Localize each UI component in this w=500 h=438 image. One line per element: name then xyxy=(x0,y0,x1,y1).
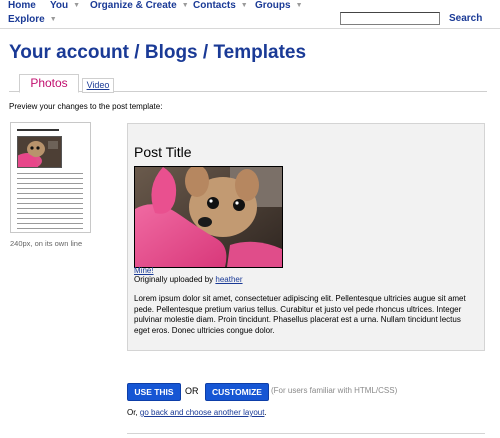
tab-photos[interactable]: Photos xyxy=(19,74,79,93)
or-label: OR xyxy=(185,386,199,396)
photo-title-link[interactable]: Mine! xyxy=(134,266,154,275)
chevron-down-icon: ▼ xyxy=(49,16,57,23)
chevron-down-icon: ▼ xyxy=(295,2,303,9)
thumbnail-caption: 240px, on its own line xyxy=(10,239,83,248)
nav-explore-label: Explore xyxy=(8,14,45,25)
nav-explore[interactable]: Explore ▼ xyxy=(8,14,57,25)
tabs-divider xyxy=(9,91,487,92)
nav-groups-label: Groups xyxy=(255,0,291,11)
thumbnail-text-lines xyxy=(17,173,83,233)
search-input[interactable] xyxy=(340,12,440,25)
nav-contacts-label: Contacts xyxy=(193,0,236,11)
preview-instructions: Preview your changes to the post templat… xyxy=(9,102,163,111)
breadcrumb-separator: / xyxy=(202,42,209,63)
back-line: Or, go back and choose another layout. xyxy=(127,408,267,417)
nav-organize-create[interactable]: Organize & Create ▼ xyxy=(90,0,189,11)
breadcrumb-your-account[interactable]: Your account xyxy=(9,42,129,63)
post-preview: Post Title Mine! Originally uploaded by … xyxy=(127,123,485,351)
photo-credit: Originally uploaded by heather xyxy=(134,275,243,284)
chevron-down-icon: ▼ xyxy=(181,2,189,9)
customize-note: (For users familiar with HTML/CSS) xyxy=(271,386,398,395)
post-body: Lorem ipsum dolor sit amet, consectetuer… xyxy=(134,294,466,335)
customize-button[interactable]: CUSTOMIZE xyxy=(205,383,269,401)
nav-home-label: Home xyxy=(8,0,36,11)
thumbnail-title-bar xyxy=(17,129,59,131)
breadcrumb-templates: Templates xyxy=(213,42,307,63)
breadcrumb-blogs[interactable]: Blogs xyxy=(145,42,198,63)
post-photo[interactable] xyxy=(134,166,283,268)
back-prefix: Or, xyxy=(127,408,138,417)
nav-home[interactable]: Home xyxy=(8,0,36,11)
nav-groups[interactable]: Groups ▼ xyxy=(255,0,303,11)
chevron-down-icon: ▼ xyxy=(240,2,248,9)
breadcrumb: Your account / Blogs / Templates xyxy=(9,42,306,64)
back-suffix: . xyxy=(264,408,267,417)
breadcrumb-separator: / xyxy=(134,42,140,63)
nav-contacts[interactable]: Contacts ▼ xyxy=(193,0,248,11)
post-title: Post Title xyxy=(134,144,192,160)
thumbnail-photo xyxy=(17,136,62,168)
tab-video[interactable]: Video xyxy=(82,78,114,93)
photo-credit-prefix: Originally uploaded by xyxy=(134,275,214,284)
nav-you-label: You xyxy=(50,0,69,11)
photo-owner-link[interactable]: heather xyxy=(215,275,242,284)
search-button[interactable]: Search xyxy=(449,13,482,24)
bottom-divider xyxy=(127,433,485,434)
nav-you[interactable]: You ▼ xyxy=(50,0,80,11)
layout-thumbnail[interactable] xyxy=(10,122,91,233)
nav-organize-label: Organize & Create xyxy=(90,0,177,11)
chevron-down-icon: ▼ xyxy=(73,2,81,9)
use-this-button[interactable]: USE THIS xyxy=(127,383,181,401)
top-navigation: Home You ▼ Organize & Create ▼ Contacts ▼ G… xyxy=(0,0,500,29)
back-link[interactable]: go back and choose another layout xyxy=(140,408,265,417)
